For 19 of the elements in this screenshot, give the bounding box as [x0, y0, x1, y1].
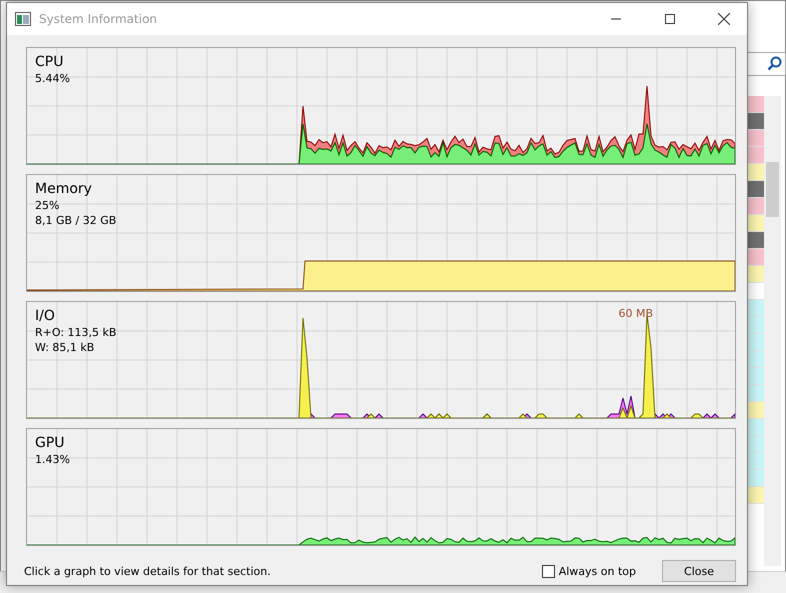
close-button[interactable]: Close [662, 560, 736, 582]
window-title: System Information [39, 12, 158, 26]
graph-panel[interactable]: CPU 5.44% [26, 47, 736, 165]
graph-title: I/O [35, 308, 55, 324]
graph-panel[interactable]: GPU 1.43% [26, 428, 736, 546]
graph-title: Memory [35, 181, 92, 197]
graph-panel[interactable]: I/O R+O: 113,5 kB W: 85,1 kB 60 MB [26, 301, 736, 419]
graph-reading: 8,1 GB / 32 GB [35, 214, 116, 227]
graph-title: GPU [35, 435, 65, 451]
peak-label: 60 MB [618, 307, 653, 320]
graph-reading: 1.43% [35, 453, 70, 466]
graph-reading: W: 85,1 kB [35, 341, 94, 354]
always-on-top-checkbox[interactable]: Always on top [542, 564, 636, 578]
graph-reading: R+O: 113,5 kB [35, 326, 116, 339]
graph-title: CPU [35, 54, 64, 70]
graph-reading: 5.44% [35, 72, 70, 85]
graph-reading: 25% [35, 199, 60, 212]
graph-panel[interactable]: Memory 25% 8,1 GB / 32 GB [26, 174, 736, 292]
hint-text: Click a graph to view details for that section. [24, 564, 272, 578]
